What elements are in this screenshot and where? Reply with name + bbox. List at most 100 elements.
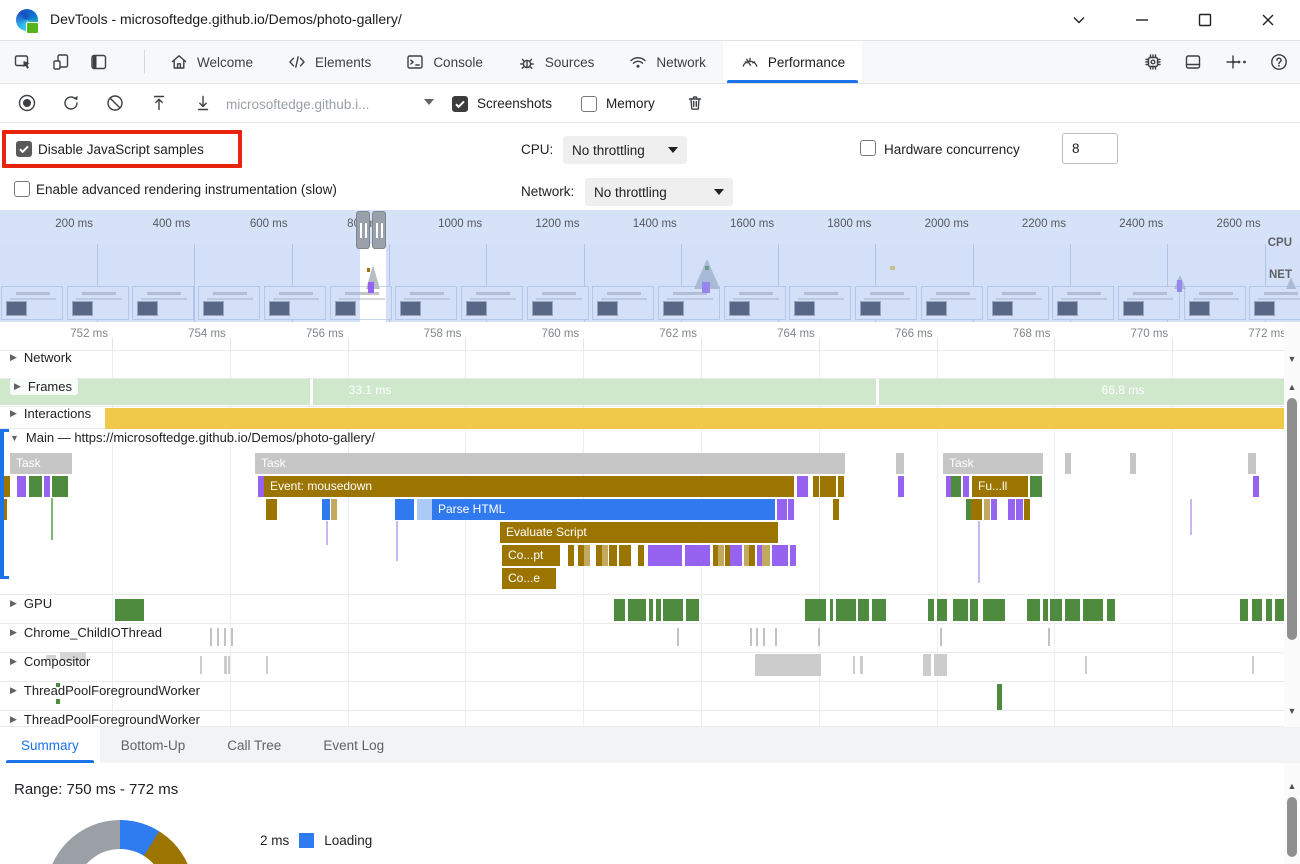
gpu-activity-bar[interactable] <box>614 599 625 621</box>
details-tab-bottom-up[interactable]: Bottom-Up <box>100 727 207 763</box>
tab-sources[interactable]: Sources <box>500 41 612 83</box>
flame-event-event-mousedown[interactable]: Event: mousedown <box>264 476 794 497</box>
clear-icon[interactable] <box>100 88 130 118</box>
timeline-scrollbar[interactable]: ▼ ▲ ▼ <box>1284 322 1300 727</box>
flame-event[interactable] <box>1016 499 1023 520</box>
expand-arrow-icon[interactable]: ▶ <box>10 408 17 419</box>
track-label-main[interactable]: ▼Main — https://microsoftedge.github.io/… <box>10 430 375 445</box>
expand-arrow-icon[interactable]: ▶ <box>10 598 17 609</box>
expand-arrow-icon[interactable]: ▶ <box>10 714 17 725</box>
track-label-network[interactable]: ▶Network <box>10 350 72 365</box>
flame-event[interactable] <box>896 453 904 474</box>
more-menu-icon[interactable] <box>1224 48 1254 76</box>
flame-event[interactable] <box>749 545 755 566</box>
hardware-concurrency-checkbox[interactable] <box>860 140 876 156</box>
selection-handle-right[interactable] <box>372 211 386 249</box>
gpu-activity-bar[interactable] <box>115 599 144 621</box>
scroll-down-icon[interactable]: ▼ <box>1287 354 1297 364</box>
memory-label[interactable]: Memory <box>606 96 655 111</box>
details-tab-call-tree[interactable]: Call Tree <box>206 727 302 763</box>
scroll-up-icon[interactable]: ▲ <box>1287 382 1297 392</box>
focus-mode-icon[interactable] <box>84 48 114 76</box>
expand-arrow-icon[interactable]: ▶ <box>10 627 17 638</box>
flame-event[interactable] <box>322 499 330 520</box>
details-tab-summary[interactable]: Summary <box>0 727 100 763</box>
screenshots-label[interactable]: Screenshots <box>477 96 552 111</box>
scroll-up-icon[interactable]: ▲ <box>1287 781 1297 791</box>
tab-elements[interactable]: Elements <box>270 41 388 83</box>
flame-event[interactable] <box>331 499 337 520</box>
flame-event-task[interactable]: Task <box>943 453 1043 474</box>
gpu-activity-bar[interactable] <box>663 599 683 621</box>
gpu-activity-bar[interactable] <box>628 599 646 621</box>
flame-chart[interactable]: 752 ms754 ms756 ms758 ms760 ms762 ms764 … <box>0 322 1284 727</box>
track-label-interactions[interactable]: ▶Interactions <box>10 406 91 421</box>
flame-event-co-pt[interactable]: Co...pt <box>502 545 560 566</box>
flame-event[interactable] <box>1065 453 1071 474</box>
tab-network[interactable]: Network <box>611 41 723 83</box>
chevron-down-icon[interactable] <box>1062 6 1096 34</box>
gpu-activity-bar[interactable] <box>1266 599 1272 621</box>
track-label-threadpoolforegroundworker[interactable]: ▶ThreadPoolForegroundWorker <box>10 712 200 727</box>
maximize-button[interactable] <box>1188 6 1222 34</box>
flame-event[interactable] <box>971 499 982 520</box>
extension-chip-icon[interactable] <box>1138 48 1168 76</box>
scroll-down-icon[interactable]: ▼ <box>1287 706 1297 716</box>
flame-event[interactable] <box>788 499 794 520</box>
flame-event[interactable] <box>730 545 742 566</box>
gpu-activity-bar[interactable] <box>1050 599 1062 621</box>
flame-event-task[interactable]: Task <box>255 453 845 474</box>
flame-event-fu-ll[interactable]: Fu...ll <box>972 476 1028 497</box>
flame-event[interactable] <box>951 476 961 497</box>
flame-event[interactable] <box>690 545 710 566</box>
track-label-gpu[interactable]: ▶GPU <box>10 596 52 611</box>
expand-arrow-icon[interactable]: ▼ <box>10 433 19 443</box>
track-label-frames[interactable]: ▶Frames <box>10 378 78 395</box>
reload-icon[interactable] <box>56 88 86 118</box>
gpu-activity-bar[interactable] <box>872 599 886 621</box>
gpu-activity-bar[interactable] <box>928 599 934 621</box>
close-button[interactable] <box>1251 6 1285 34</box>
flame-event[interactable] <box>790 545 796 566</box>
flame-event[interactable] <box>602 545 608 566</box>
history-dropdown-arrow-icon[interactable] <box>424 99 434 105</box>
scrollbar-thumb[interactable] <box>1287 398 1297 640</box>
gpu-activity-bar[interactable] <box>1107 599 1115 621</box>
load-profile-icon[interactable] <box>144 88 174 118</box>
gpu-activity-bar[interactable] <box>1065 599 1080 621</box>
network-throttle-select[interactable]: No throttling <box>585 178 733 206</box>
flame-event[interactable] <box>17 476 26 497</box>
flame-event[interactable] <box>820 476 836 497</box>
flame-event-parse-html[interactable]: Parse HTML <box>432 499 775 520</box>
flame-event[interactable] <box>1030 476 1042 497</box>
flame-event[interactable] <box>52 476 68 497</box>
flame-event[interactable] <box>638 545 644 566</box>
advanced-rendering-checkbox[interactable] <box>14 181 30 197</box>
flame-event[interactable] <box>718 545 724 566</box>
gpu-activity-bar[interactable] <box>953 599 968 621</box>
advanced-rendering-label[interactable]: Enable advanced rendering instrumentatio… <box>36 182 337 197</box>
interactions-track-bar[interactable] <box>105 408 1284 429</box>
gpu-activity-bar[interactable] <box>1083 599 1103 621</box>
track-label-chrome_childiothread[interactable]: ▶Chrome_ChildIOThread <box>10 625 162 640</box>
save-profile-icon[interactable] <box>188 88 218 118</box>
flame-event[interactable] <box>898 476 904 497</box>
gpu-activity-bar[interactable] <box>1275 599 1284 621</box>
flame-event[interactable] <box>963 476 969 497</box>
tab-performance[interactable]: Performance <box>723 41 862 83</box>
hardware-concurrency-input[interactable]: 8 <box>1062 133 1118 164</box>
disable-js-label[interactable]: Disable JavaScript samples <box>38 142 204 157</box>
flame-event[interactable] <box>29 476 42 497</box>
track-label-threadpoolforegroundworker[interactable]: ▶ThreadPoolForegroundWorker <box>10 683 200 698</box>
flame-event-task[interactable]: Task <box>10 453 72 474</box>
expand-arrow-icon[interactable]: ▶ <box>10 352 17 363</box>
device-emulation-icon[interactable] <box>46 48 76 76</box>
tab-welcome[interactable]: Welcome <box>152 41 270 83</box>
dock-icon[interactable] <box>1178 48 1208 76</box>
gpu-activity-bar[interactable] <box>937 599 947 621</box>
flame-event-evaluate-script[interactable]: Evaluate Script <box>500 522 778 543</box>
flame-event[interactable] <box>991 499 997 520</box>
screenshots-checkbox[interactable] <box>452 96 468 112</box>
flame-event[interactable] <box>609 545 617 566</box>
tab-console[interactable]: Console <box>388 41 500 83</box>
